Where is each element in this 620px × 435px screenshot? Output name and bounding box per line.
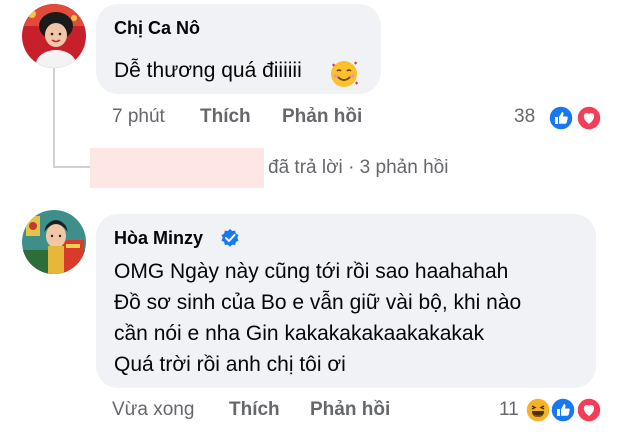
thread-line-vertical [53, 68, 55, 168]
comment-text: Dễ thương quá điiiiii [114, 59, 302, 82]
comment-bubble: Hòa Minzy OMG Ngày này cũng tới rồi sao … [96, 214, 596, 388]
reply-button[interactable]: Phản hồi [310, 399, 390, 421]
verified-badge-icon [220, 228, 240, 248]
like-reaction-icon[interactable] [550, 397, 576, 423]
like-button[interactable]: Thích [200, 106, 251, 128]
haha-reaction-icon[interactable] [525, 397, 551, 423]
comment-time[interactable]: Vừa xong [112, 399, 194, 421]
comment-author[interactable]: Hòa Minzy [114, 228, 203, 249]
reply-button[interactable]: Phản hồi [282, 106, 362, 128]
comment-text-line-1: OMG Ngày này cũng tới rồi sao haahahah [114, 260, 509, 283]
comment-text-line-4: Quá trời rồi anh chị tôi ơi [114, 353, 346, 376]
summary-separator: · [348, 157, 355, 178]
thread-line-horizontal [53, 166, 91, 168]
reply-summary-text[interactable]: đã trả lời · 3 phản hồi [268, 157, 448, 179]
comment-bubble: Chị Ca Nô Dễ thương quá điiiiii [96, 4, 381, 94]
avatar-hoa-minzy[interactable] [22, 210, 86, 274]
like-button[interactable]: Thích [229, 399, 280, 421]
love-reaction-icon[interactable] [576, 397, 602, 423]
reply-count-label: 3 phản hồi [359, 157, 449, 178]
redacted-name-block [90, 148, 264, 188]
love-reaction-icon[interactable] [576, 105, 602, 131]
avatar-chi-ca-no[interactable] [22, 4, 86, 68]
comment-text-line-3: cần nói e nha Gin kakakakakaakakakak [114, 322, 485, 345]
replied-label: đã trả lời [268, 157, 343, 178]
comment-time[interactable]: 7 phút [112, 106, 165, 128]
comment-text-line-2: Đồ sơ sinh của Bo e vẫn giữ vài bộ, khi … [114, 291, 522, 314]
like-reaction-icon[interactable] [548, 105, 574, 131]
smiling-face-with-hearts-icon [329, 59, 359, 89]
reaction-count[interactable]: 11 [499, 399, 519, 421]
comment-author[interactable]: Chị Ca Nô [114, 18, 200, 39]
reaction-count[interactable]: 38 [514, 106, 535, 128]
